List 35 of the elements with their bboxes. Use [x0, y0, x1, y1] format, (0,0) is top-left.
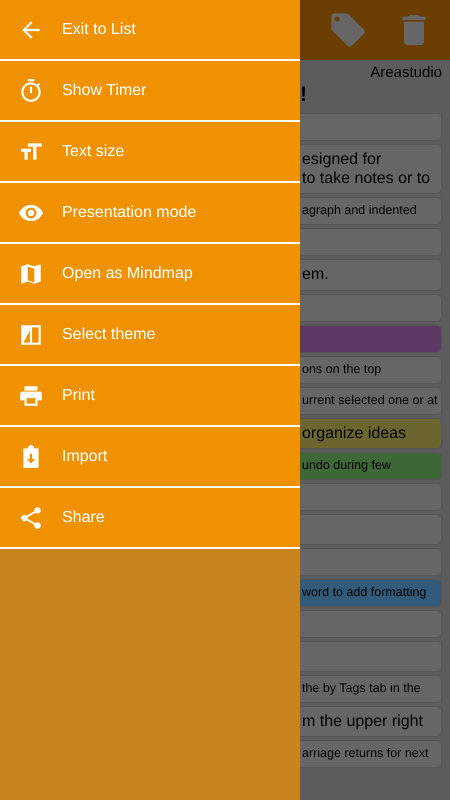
paragraph-text: esigned for — [302, 150, 382, 170]
paragraph-card[interactable] — [300, 113, 442, 141]
paragraph-card[interactable] — [300, 228, 442, 256]
paragraph-card[interactable]: esigned for to take notes or to — [300, 144, 442, 194]
paragraph-card[interactable]: m the upper right — [300, 706, 442, 737]
paragraph-card[interactable]: urrent selected one or at — [300, 386, 442, 415]
paragraph-text: m the upper right — [302, 712, 423, 731]
share-icon — [18, 504, 44, 530]
paragraph-card[interactable]: ons on the top — [300, 356, 442, 384]
paragraph-text: arriage returns for next — [302, 746, 428, 761]
paragraph-card[interactable] — [300, 514, 442, 545]
paragraph-text: the by Tags tab in the — [302, 680, 421, 696]
note-author: Areastudio — [370, 64, 442, 81]
paragraph-text: ons on the top — [302, 362, 382, 377]
paragraph-card[interactable] — [300, 324, 442, 353]
paragraph-card[interactable]: agraph and indented — [300, 197, 442, 226]
note-title: ! — [300, 83, 307, 106]
paragraph-text: to take notes or to — [302, 169, 430, 188]
paragraph-card[interactable]: arriage returns for next — [300, 740, 442, 768]
paragraph-text: organize ideas — [302, 424, 406, 443]
paragraph-text: agraph and indented — [302, 203, 417, 218]
paragraph-text: undo during few — [302, 458, 391, 473]
paragraph-card[interactable] — [300, 482, 442, 511]
paragraph-card[interactable]: the by Tags tab in the — [300, 674, 442, 703]
paragraph-text: em. — [302, 265, 329, 285]
paragraph-card[interactable] — [300, 294, 442, 322]
paragraph-card[interactable]: undo during few — [300, 452, 442, 480]
paragraph-card[interactable] — [300, 610, 442, 638]
paragraph-card[interactable] — [300, 640, 442, 672]
paragraph-card[interactable]: word to add formatting — [300, 578, 442, 607]
paragraph-text: word to add formatting — [302, 584, 426, 600]
paragraph-card[interactable]: organize ideas — [300, 418, 442, 449]
paragraph-text: urrent selected one or at — [302, 392, 438, 408]
paragraph-card[interactable]: em. — [300, 259, 442, 291]
paragraph-card[interactable] — [300, 548, 442, 576]
